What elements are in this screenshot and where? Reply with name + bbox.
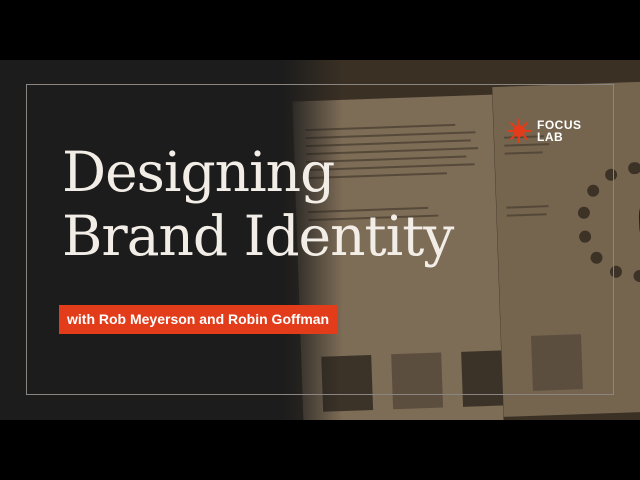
page-title: Designing Brand Identity	[62, 140, 454, 268]
title-line-2: Brand Identity	[62, 204, 454, 268]
presenter-banner: with Rob Meyerson and Robin Goffman	[59, 305, 339, 334]
title-line-1: Designing	[62, 140, 335, 204]
focus-lab-logo: FOCUS LAB	[506, 118, 582, 144]
logo-wordmark: FOCUS LAB	[537, 119, 582, 143]
sun-burst-icon	[507, 119, 531, 143]
logo-line-2: LAB	[537, 130, 564, 144]
